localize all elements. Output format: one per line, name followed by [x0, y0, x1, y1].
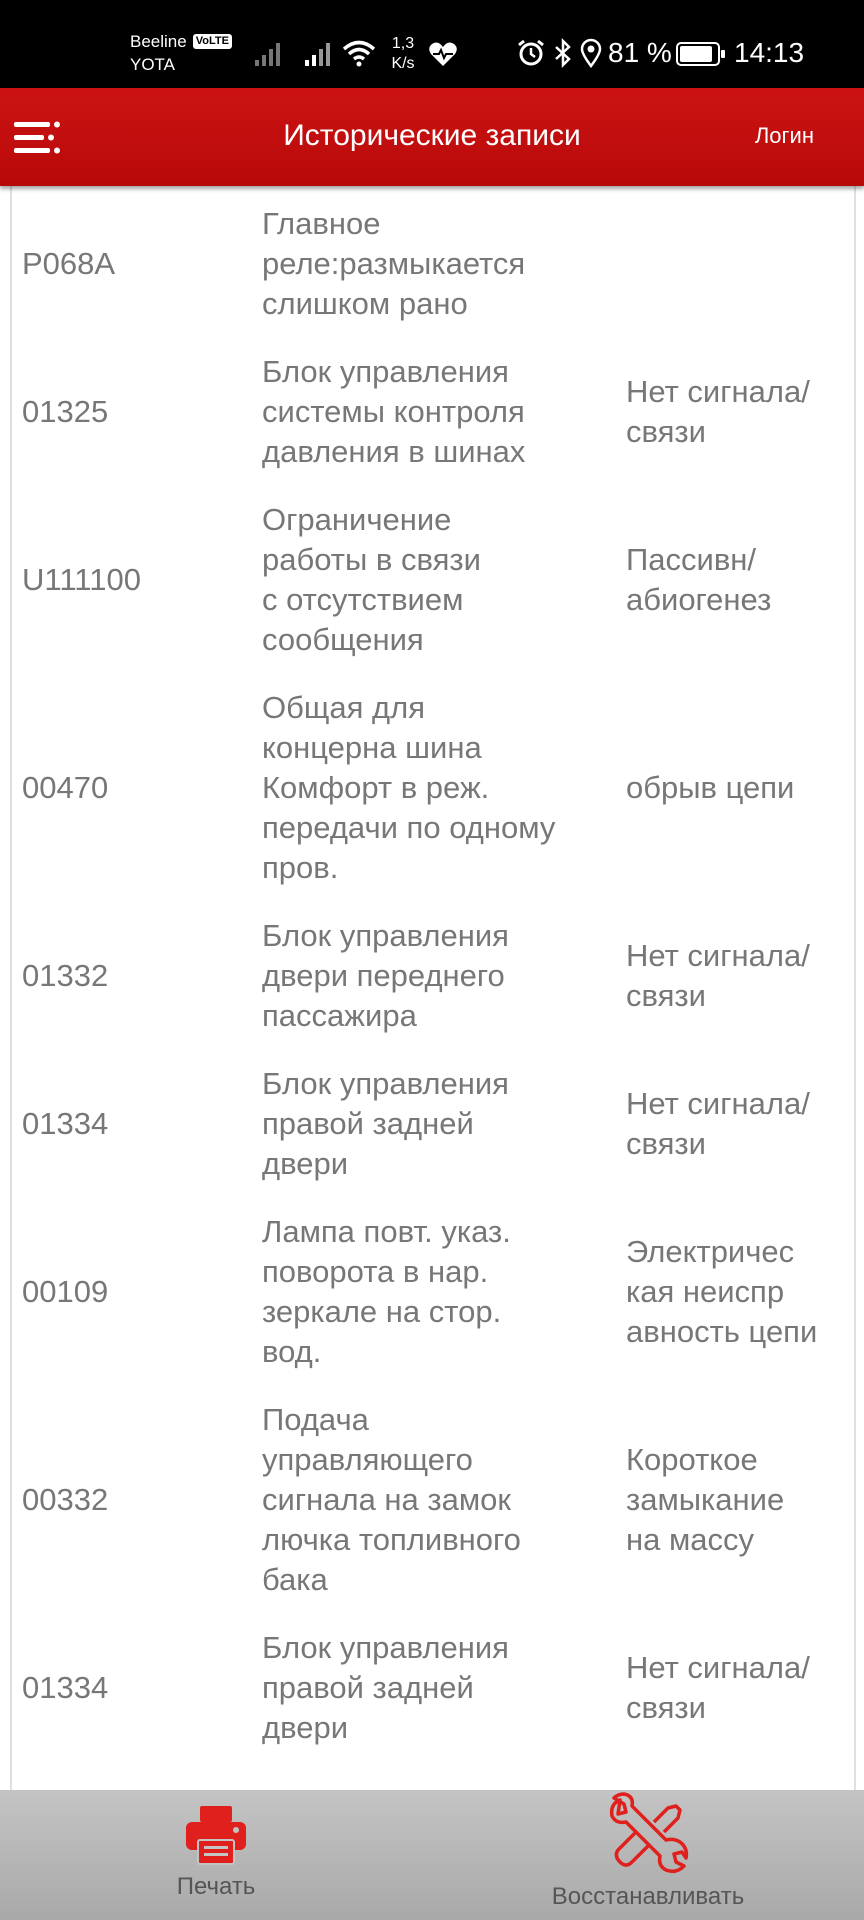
record-status: Пассивн/ абиогенез [626, 542, 772, 617]
record-row[interactable]: 01334 Блок управления правой задней двери… [12, 1050, 854, 1198]
printer-icon [186, 1806, 246, 1865]
record-status: Нет сигнала/ связи [626, 1086, 810, 1161]
record-status: Электричес кая неиспр авность цепи [626, 1234, 818, 1349]
record-description: Лампа повт. указ. поворота в нар. зеркал… [262, 1214, 511, 1369]
records-list[interactable]: предела)P068AГлавное реле:размыкается сл… [10, 186, 856, 1790]
record-description: Подача управляющего сигнала на замок люч… [262, 1402, 521, 1597]
record-row[interactable]: P068A Главное реле:размыкается слишком ра… [12, 190, 854, 338]
record-code: 01332 [22, 958, 109, 993]
record-code: 00332 [22, 1482, 109, 1517]
record-description: Главное реле:размыкается слишком рано [262, 206, 526, 321]
bottom-toolbar: Печать Восстанавливать [0, 1790, 864, 1920]
wrench-icon [609, 1792, 689, 1874]
location-icon [580, 38, 602, 68]
record-status: Нет сигнала/ связи [626, 374, 810, 449]
record-code: U111100 [22, 562, 141, 597]
app-bar: Исторические записи Логин [0, 88, 864, 186]
records-table: предела)P068AГлавное реле:размыкается сл… [12, 186, 854, 1762]
status-bar: Beeline VoLTE YOTA 1,3 K/s 81 % 14:13 [0, 0, 864, 88]
record-status: обрыв цепи [626, 770, 795, 805]
record-code: 01334 [22, 1106, 109, 1141]
battery-icon [676, 42, 725, 66]
record-code: P068A [22, 246, 116, 281]
record-description: Блок управления правой задней двери [262, 1630, 509, 1745]
wifi-icon [342, 40, 376, 67]
record-status: Нет сигнала/ связи [626, 938, 810, 1013]
record-row[interactable]: U111100 Ограничение работы в связи с отсу… [12, 486, 854, 674]
login-button[interactable]: Логин [755, 120, 814, 152]
record-code: 01325 [22, 394, 109, 429]
record-row[interactable]: 01325 Блок управления системы контроля да… [12, 338, 854, 486]
alarm-icon [518, 39, 544, 66]
restore-button[interactable]: Восстанавливать [530, 1790, 766, 1920]
record-status: Нет сигнала/ связи [626, 1650, 810, 1725]
battery-percentage: 81 % [608, 37, 672, 68]
record-row[interactable]: 01332 Блок управления двери переднего пас… [12, 902, 854, 1050]
record-code: 00109 [22, 1274, 109, 1309]
record-row[interactable]: 00332 Подача управляющего сигнала на замо… [12, 1386, 854, 1614]
signal-strength-icon [255, 43, 280, 66]
record-row[interactable]: 00109 Лампа повт. указ. поворота в нар. з… [12, 1198, 854, 1386]
carrier-info: Beeline VoLTE YOTA [130, 30, 232, 76]
volte-badge: VoLTE [192, 34, 232, 49]
record-code: 00470 [22, 770, 109, 805]
print-button[interactable]: Печать [120, 1790, 312, 1920]
record-description: Блок управления системы контроля давлени… [262, 354, 526, 469]
clock: 14:13 [734, 37, 805, 68]
record-description: Блок управления двери переднего пассажир… [262, 918, 509, 1033]
page-title: Исторические записи [283, 119, 581, 152]
print-label: Печать [176, 1873, 256, 1900]
carrier-name-1: Beeline [130, 32, 187, 51]
record-description: Ограничение работы в связи с отсутствием… [262, 502, 481, 657]
restore-label: Восстанавливать [551, 1883, 745, 1910]
record-code: 01334 [22, 1670, 109, 1705]
heart-rate-icon [429, 42, 457, 66]
network-speed-unit: K/s [391, 55, 415, 72]
signal-strength-icon-2 [305, 43, 330, 66]
record-description: Блок управления правой задней двери [262, 1066, 509, 1181]
record-status: Короткое замыкание на массу [626, 1442, 785, 1557]
bluetooth-icon [555, 38, 571, 68]
record-row[interactable]: 00470 Общая для концерна шина Комфорт в р… [12, 674, 854, 902]
network-speed-value: 1,3 [391, 35, 415, 52]
record-description: Общая для концерна шина Комфорт в реж. п… [262, 690, 556, 885]
record-row[interactable]: 01334 Блок управления правой задней двери… [12, 1614, 854, 1762]
network-speed: 1,3 K/s [386, 34, 420, 74]
carrier-name-2: YOTA [130, 55, 176, 74]
